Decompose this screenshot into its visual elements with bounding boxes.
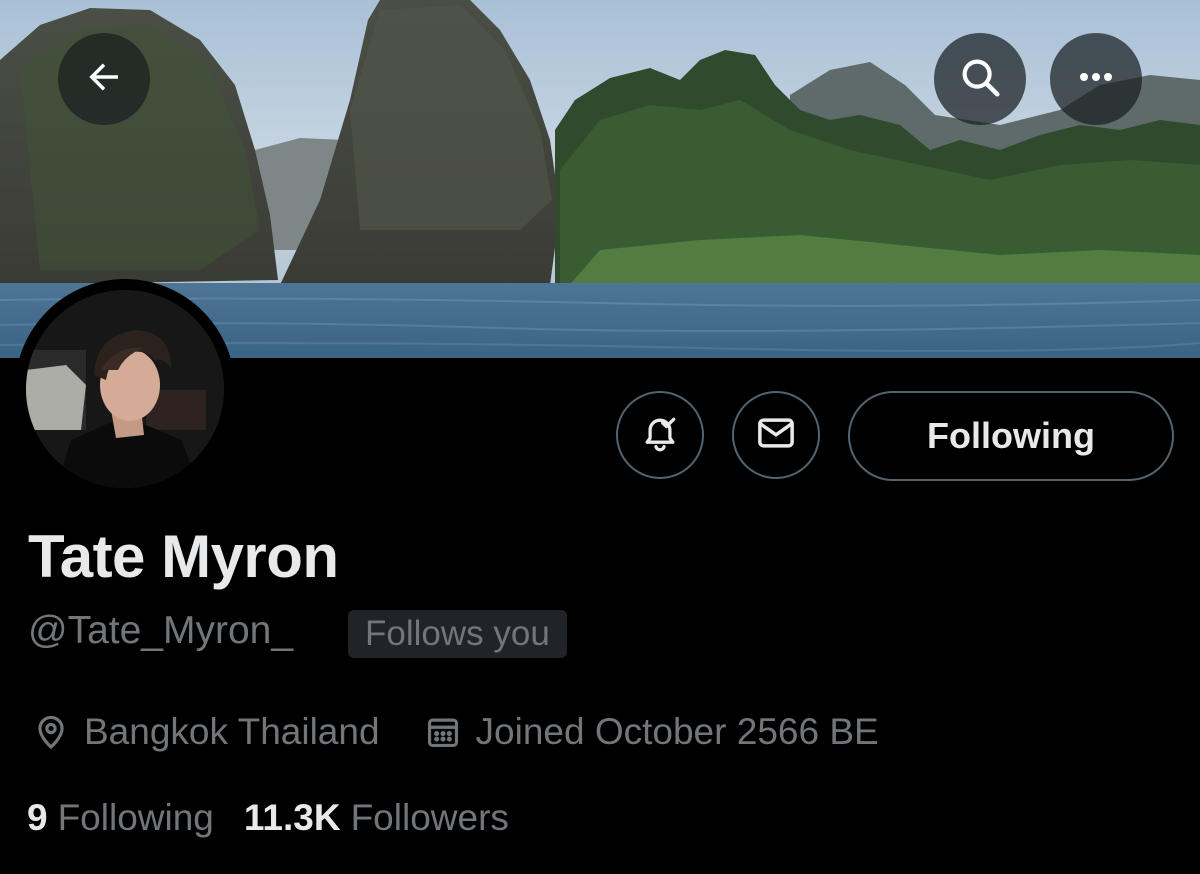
notifications-button[interactable] bbox=[616, 391, 704, 479]
search-button[interactable] bbox=[934, 33, 1026, 125]
user-handle: @Tate_Myron_ bbox=[28, 609, 294, 652]
following-count: 9 bbox=[27, 797, 48, 838]
more-options-button[interactable] bbox=[1050, 33, 1142, 125]
following-button[interactable]: Following bbox=[848, 391, 1174, 481]
follow-stats: 9 Following 11.3K Followers bbox=[27, 790, 509, 846]
envelope-icon bbox=[754, 411, 798, 460]
followers-count: 11.3K bbox=[243, 797, 341, 838]
more-horizontal-icon bbox=[1076, 70, 1116, 89]
back-button[interactable] bbox=[58, 33, 150, 125]
following-stat[interactable]: 9 Following bbox=[27, 797, 214, 839]
following-label: Following bbox=[57, 797, 214, 838]
join-date-text: Joined October 2566 BE bbox=[475, 711, 879, 752]
location-pin-icon bbox=[32, 713, 70, 751]
calendar-icon bbox=[424, 713, 462, 751]
followers-stat[interactable]: 11.3K Followers bbox=[244, 797, 509, 839]
location-text: Bangkok Thailand bbox=[84, 711, 380, 752]
bell-check-icon bbox=[638, 411, 682, 460]
avatar-image bbox=[26, 290, 224, 488]
message-button[interactable] bbox=[732, 391, 820, 479]
location: Bangkok Thailand bbox=[32, 711, 380, 753]
search-icon bbox=[957, 54, 1003, 105]
avatar[interactable] bbox=[15, 279, 235, 499]
arrow-left-icon bbox=[83, 56, 125, 103]
followers-label: Followers bbox=[350, 797, 509, 838]
follows-you-badge: Follows you bbox=[348, 610, 567, 658]
join-date: Joined October 2566 BE bbox=[424, 711, 879, 753]
profile-meta: Bangkok Thailand Joined October 2566 BE bbox=[32, 704, 879, 760]
display-name: Tate Myron bbox=[28, 523, 339, 590]
